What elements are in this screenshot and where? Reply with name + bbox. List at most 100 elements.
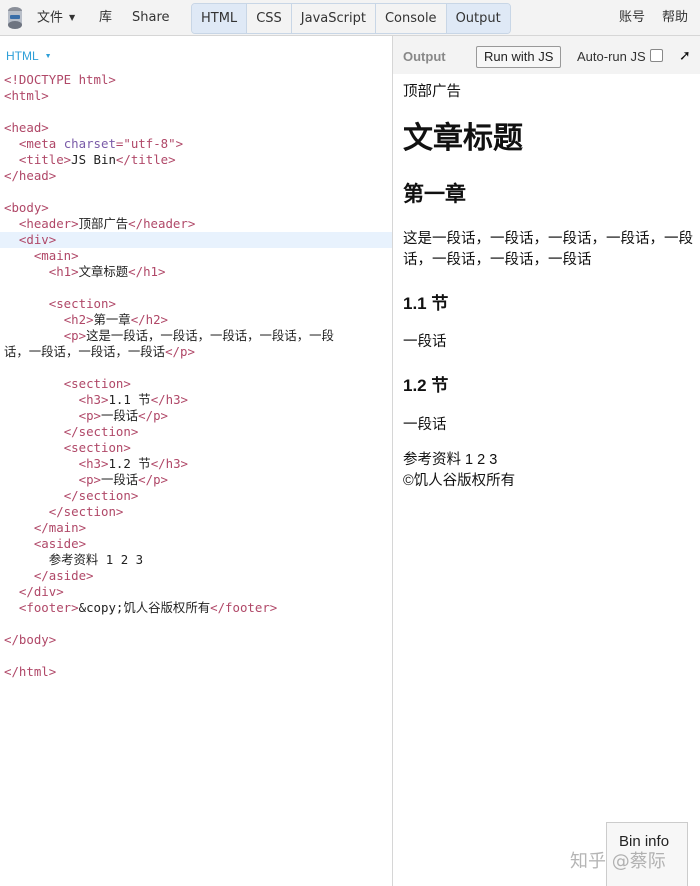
run-with-js-button[interactable]: Run with JS [476,46,562,68]
code-line[interactable]: 话，一段话，一段话，一段话</p> [0,344,392,360]
code-line[interactable]: <section> [0,296,392,312]
tab-console[interactable]: Console [376,4,447,33]
code-line[interactable]: </div> [0,584,392,600]
preview-paragraph: 这是一段话，一段话，一段话，一段话，一段话，一段话，一段话，一段话 [403,231,693,268]
file-menu[interactable]: 文件 ▼ [37,0,75,36]
code-line[interactable]: <head> [0,120,392,136]
html-editor-panel[interactable]: HTML ▼ <!DOCTYPE html> <html> <head> <meta … [0,36,393,886]
code-token: </html> [4,664,57,679]
code-line[interactable]: <!DOCTYPE html> [0,72,392,88]
preview-footer: ©饥人谷版权所有 [403,473,516,489]
code-token: <h1> [48,264,79,279]
autorun-checkbox[interactable] [650,49,663,62]
code-token: </section> [63,424,139,439]
tab-css[interactable]: CSS [247,4,292,33]
code-line[interactable]: <body> [0,200,392,216]
code-token: <section> [63,440,131,455]
code-token: </h1> [128,264,166,279]
code-line[interactable]: <footer>&copy;饥人谷版权所有</footer> [0,600,392,616]
code-token: </section> [63,488,139,503]
code-line[interactable]: </section> [0,504,392,520]
code-token: <!DOCTYPE html> [4,72,116,87]
tab-output[interactable]: Output [446,4,510,33]
code-line[interactable]: <header>顶部广告</header> [0,216,392,232]
code-token: 1.1 节 [108,392,151,407]
code-line[interactable] [0,104,392,120]
account-menu[interactable]: 账号 [619,0,645,36]
tab-javascript[interactable]: JavaScript [292,4,376,33]
tab-html[interactable]: HTML [192,4,248,33]
code-token: <p> [78,408,101,423]
output-header: Output Run with JS Auto-run JS ➚ [393,36,700,74]
code-token: <p> [63,328,87,343]
jsbin-logo-icon[interactable] [5,6,25,30]
code-token: 一段话 [101,408,139,423]
code-line[interactable]: </body> [0,632,392,648]
code-token: </aside> [33,568,94,583]
code-token: 文章标题 [78,264,129,279]
code-token: <title> [18,152,72,167]
library-menu[interactable]: 库 [99,0,112,36]
code-line[interactable]: <main> [0,248,392,264]
code-line[interactable]: <h3>1.1 节</h3> [0,392,392,408]
code-line[interactable]: </aside> [0,568,392,584]
language-selector[interactable]: HTML ▼ [6,49,52,63]
code-line[interactable]: <p>这是一段话，一段话，一段话，一段话，一段 [0,328,392,344]
code-token: 一段话 [101,472,139,487]
code-line[interactable]: </head> [0,168,392,184]
code-line[interactable]: </main> [0,520,392,536]
code-line[interactable] [0,280,392,296]
code-token: <meta [18,136,64,151]
code-line[interactable]: <p>一段话</p> [0,472,392,488]
code-token: <head> [4,120,49,135]
code-area[interactable]: <!DOCTYPE html> <html> <head> <meta charse… [0,72,392,680]
code-line[interactable]: <h3>1.2 节</h3> [0,456,392,472]
code-token: <aside> [33,536,87,551]
code-line[interactable] [0,184,392,200]
preview-h3-1: 1.1 节 [403,294,449,313]
code-line[interactable]: <html> [0,88,392,104]
preview-aside: 参考资料 1 2 3 [403,452,498,468]
preview-paragraph: 一段话 [403,334,447,350]
code-line[interactable]: <meta charset="utf-8"> [0,136,392,152]
code-token: 这是一段话，一段话，一段话，一段话，一段 [86,328,334,343]
code-token: "utf-8" [123,136,176,151]
code-token: </body> [4,632,57,647]
code-line[interactable]: </section> [0,424,392,440]
code-line[interactable] [0,616,392,632]
code-line[interactable]: <section> [0,440,392,456]
code-token: <div> [18,232,57,247]
code-line[interactable]: </html> [0,664,392,680]
code-line[interactable]: <section> [0,376,392,392]
code-line[interactable]: <h2>第一章</h2> [0,312,392,328]
output-label: Output [403,49,446,64]
code-line[interactable]: <title>JS Bin</title> [0,152,392,168]
code-token: <body> [4,200,49,215]
help-menu[interactable]: 帮助 [662,0,688,36]
file-menu-label: 文件 [37,10,64,26]
popout-arrow-icon[interactable]: ➚ [679,48,691,64]
code-line[interactable]: 参考资料 1 2 3 [0,552,392,568]
code-line[interactable]: <h1>文章标题</h1> [0,264,392,280]
code-line[interactable] [0,360,392,376]
share-menu[interactable]: Share [132,0,170,36]
code-token: <h2> [63,312,94,327]
code-line[interactable]: <p>一段话</p> [0,408,392,424]
code-line[interactable]: <div> [0,232,392,248]
code-line[interactable]: <aside> [0,536,392,552]
code-token: </h2> [130,312,169,327]
code-line[interactable]: </section> [0,488,392,504]
code-line[interactable] [0,648,392,664]
code-token: > [175,136,184,151]
